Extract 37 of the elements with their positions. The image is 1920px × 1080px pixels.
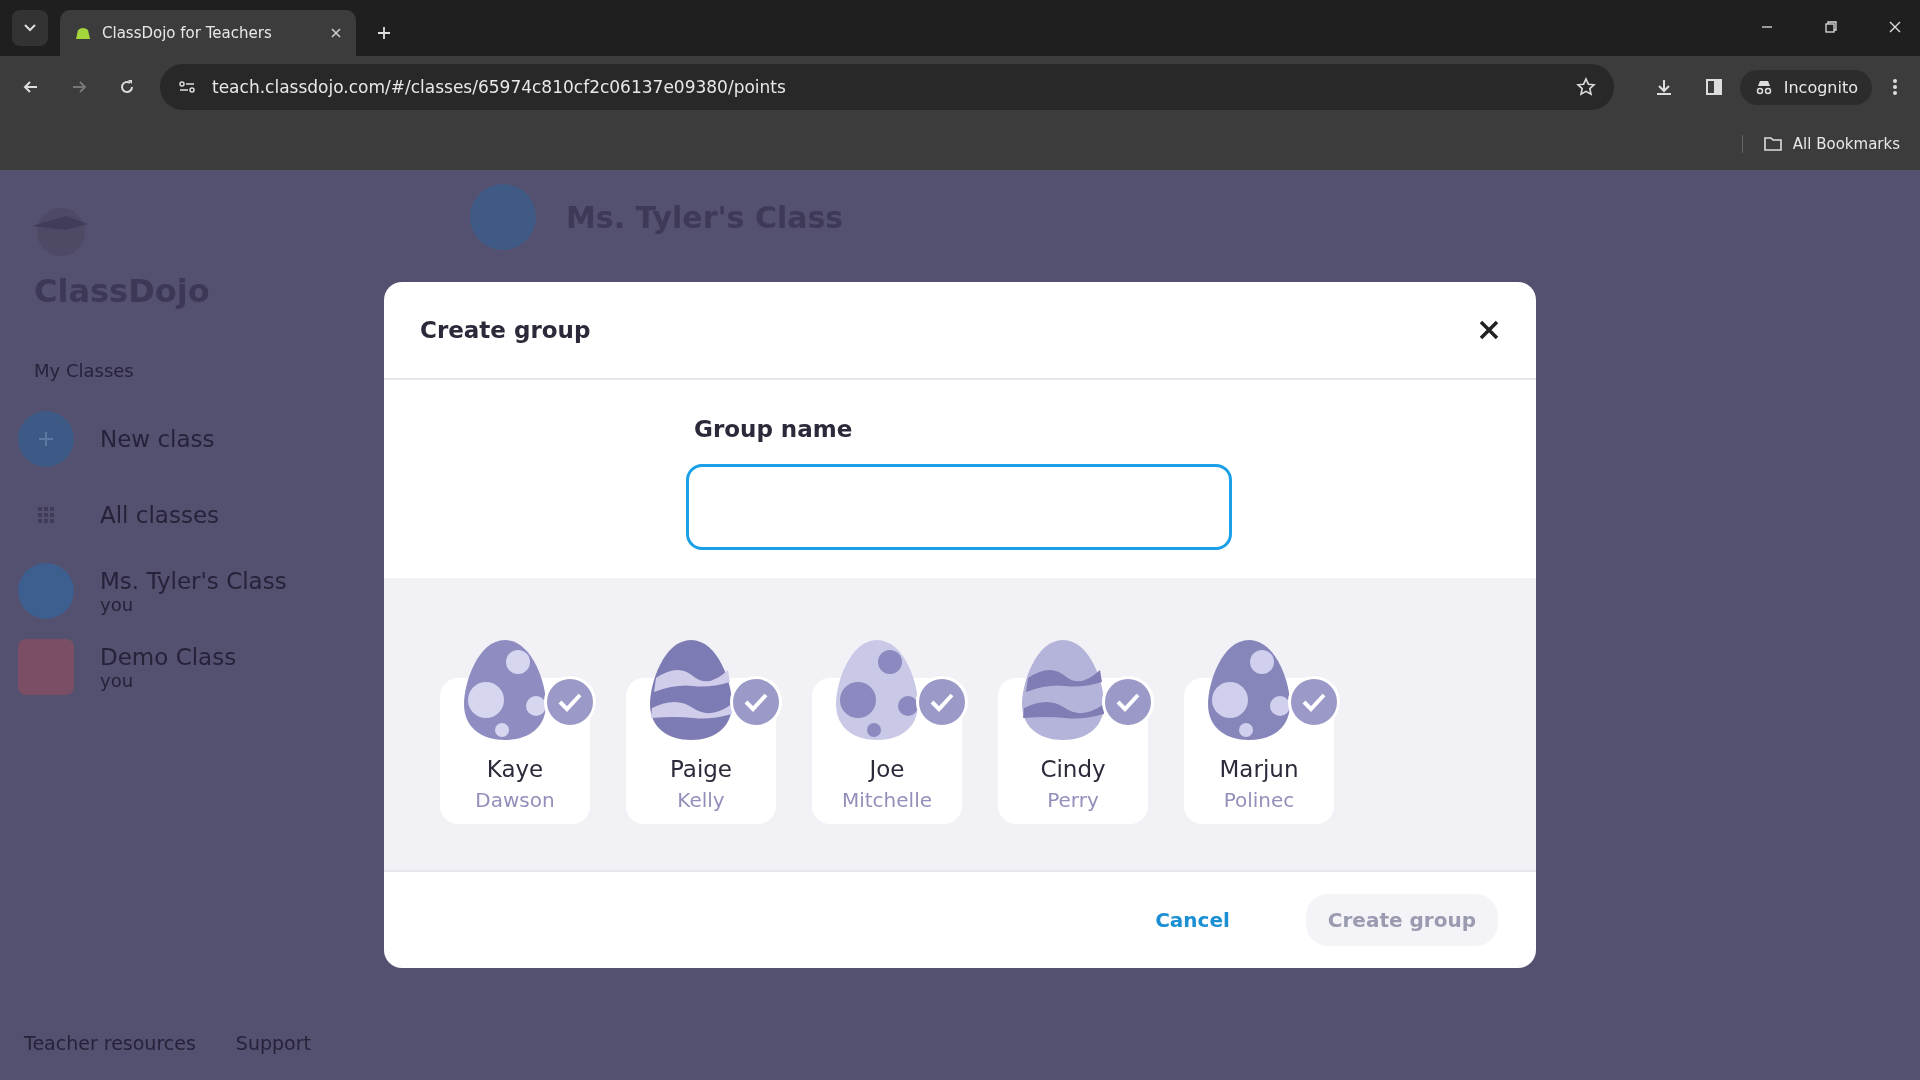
student-first-name: Joe bbox=[869, 756, 905, 782]
new-tab-icon[interactable] bbox=[376, 25, 392, 41]
student-first-name: Paige bbox=[669, 756, 733, 782]
close-icon[interactable] bbox=[1478, 319, 1500, 341]
egg-avatar-icon bbox=[1206, 638, 1292, 742]
student-last-name: Dawson bbox=[475, 788, 555, 812]
cancel-button[interactable]: Cancel bbox=[1149, 907, 1236, 933]
egg-avatar-icon bbox=[834, 638, 920, 742]
egg-avatar-icon bbox=[1020, 638, 1106, 742]
side-panel-icon[interactable] bbox=[1703, 77, 1724, 97]
restore-icon[interactable] bbox=[1824, 20, 1838, 34]
egg-avatar-icon bbox=[462, 638, 548, 742]
browser-tab[interactable]: ClassDojo for Teachers bbox=[60, 10, 356, 56]
close-tab-icon[interactable] bbox=[330, 27, 342, 39]
address-bar[interactable]: teach.classdojo.com/#/classes/65974c810cf2c06137e09380/points bbox=[160, 64, 1614, 110]
tab-list-icon[interactable] bbox=[12, 10, 48, 46]
bookmark-star-icon[interactable] bbox=[1575, 77, 1596, 97]
student-last-name: Perry bbox=[1047, 788, 1099, 812]
field-label: Group name bbox=[694, 416, 854, 442]
reload-icon[interactable] bbox=[118, 78, 136, 96]
egg-avatar-icon bbox=[648, 638, 734, 742]
all-bookmarks-button[interactable]: All Bookmarks bbox=[1741, 135, 1900, 153]
student-last-name: Kelly bbox=[677, 788, 725, 812]
folder-icon bbox=[1762, 136, 1783, 152]
menu-icon[interactable] bbox=[1892, 78, 1898, 96]
student-first-name: Marjun bbox=[1219, 756, 1299, 782]
group-name-field[interactable] bbox=[686, 464, 1232, 550]
close-window-icon[interactable] bbox=[1888, 20, 1902, 34]
student-last-name: Polinec bbox=[1223, 788, 1295, 812]
student-first-name: Kaye bbox=[486, 756, 544, 782]
student-last-name: Mitchelle bbox=[841, 788, 933, 812]
student-first-name: Cindy bbox=[1040, 756, 1106, 782]
plus-icon bbox=[18, 411, 74, 467]
site-settings-icon[interactable] bbox=[178, 79, 196, 95]
incognito-button[interactable]: Incognito bbox=[1739, 69, 1872, 105]
dialog-title: Create group bbox=[420, 317, 591, 343]
url-text: teach.classdojo.com/#/classes/65974c810cf2c06137e09380/points bbox=[212, 77, 787, 97]
